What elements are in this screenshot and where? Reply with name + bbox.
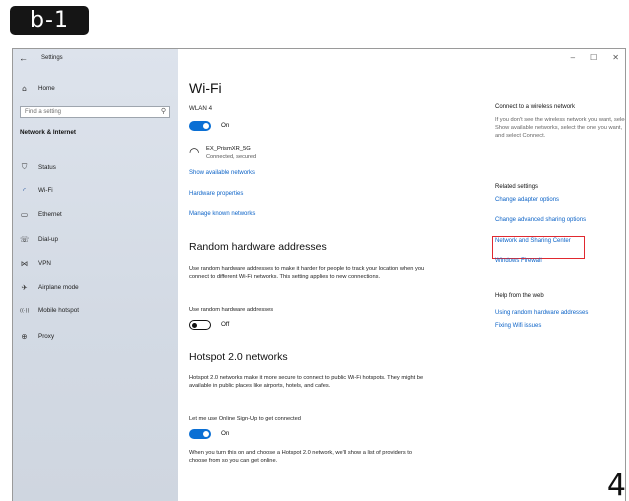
hardware-properties-link[interactable]: Hardware properties: [189, 191, 243, 197]
network-status: Connected, secured: [206, 154, 257, 160]
status-icon: ⛉: [21, 162, 28, 171]
sidebar-item-vpn[interactable]: ⋈ VPN: [20, 259, 51, 268]
hotspot-description: Hotspot 2.0 networks make it more secure…: [189, 375, 424, 389]
connect-title: Connect to a wireless network: [495, 104, 576, 110]
page-title: Wi-Fi: [189, 80, 222, 96]
home-icon: ⌂: [22, 84, 27, 93]
connect-description: If you don't see the wireless network yo…: [495, 117, 626, 139]
sidebar-item-proxy[interactable]: ⊕ Proxy: [20, 332, 54, 341]
sidebar-item-label: VPN: [38, 260, 51, 267]
network-sharing-center-link[interactable]: Network and Sharing Center: [495, 238, 571, 244]
back-arrow-icon[interactable]: ←: [19, 54, 28, 63]
signup-state: On: [221, 430, 230, 437]
random-addresses-help-link[interactable]: Using random hardware addresses: [495, 310, 588, 316]
sidebar-item-label: Mobile hotspot: [38, 307, 79, 314]
signup-toggle-label: Let me use Online Sign-Up to get connect…: [189, 416, 301, 422]
sidebar-item-ethernet[interactable]: ▭ Ethernet: [20, 210, 62, 219]
signup-toggle[interactable]: [189, 429, 211, 439]
sidebar-item-label: Ethernet: [38, 211, 62, 218]
advanced-sharing-link[interactable]: Change advanced sharing options: [495, 217, 586, 223]
sidebar-item-wifi[interactable]: ◜ Wi-Fi: [20, 186, 53, 195]
sidebar-item-label: Wi-Fi: [38, 187, 53, 194]
wlan-label: WLAN 4: [189, 105, 213, 112]
network-name[interactable]: EX_PrismXR_5G: [206, 146, 251, 152]
sidebar: ← Settings ⌂ Home Find a setting ⚲ Netwo…: [13, 49, 178, 501]
wifi-secured-icon: ◠: [189, 145, 200, 159]
vpn-icon: ⋈: [20, 259, 29, 268]
sidebar-item-airplane-mode[interactable]: ✈ Airplane mode: [20, 283, 79, 292]
change-adapter-options-link[interactable]: Change adapter options: [495, 197, 559, 203]
windows-firewall-link[interactable]: Windows Firewall: [495, 258, 542, 264]
random-description: Use random hardware addresses to make it…: [189, 266, 425, 280]
wifi-icon: ◜: [23, 186, 26, 195]
sidebar-item-label: Dial-up: [38, 236, 58, 243]
related-settings-title: Related settings: [495, 184, 539, 190]
ethernet-icon: ▭: [20, 210, 29, 219]
step-badge: b-1: [10, 6, 89, 35]
hotspot-icon: ((·)): [20, 307, 30, 314]
sidebar-item-home[interactable]: ⌂ Home: [20, 84, 55, 93]
window-title: Settings: [41, 55, 63, 61]
help-title: Help from the web: [495, 293, 544, 299]
search-icon[interactable]: ⚲: [161, 107, 166, 117]
sidebar-item-label: Status: [38, 163, 56, 171]
title-area: ← Settings: [19, 54, 63, 63]
wlan-state: On: [221, 122, 230, 129]
sidebar-item-status[interactable]: ⛉ Status: [20, 162, 56, 172]
search-placeholder: Find a setting: [25, 109, 62, 115]
random-state: Off: [221, 321, 230, 328]
search-input[interactable]: Find a setting ⚲: [20, 106, 170, 118]
airplane-icon: ✈: [21, 283, 28, 292]
fixing-wifi-link[interactable]: Fixing Wifi issues: [495, 323, 541, 329]
page-number: 4: [606, 468, 626, 501]
show-networks-link[interactable]: Show available networks: [189, 170, 255, 176]
hotspot-section-title: Hotspot 2.0 networks: [189, 351, 288, 363]
sidebar-item-label: Airplane mode: [38, 284, 79, 291]
globe-icon: ⊕: [21, 332, 28, 341]
phone-icon: ☏: [20, 235, 30, 244]
manage-networks-link[interactable]: Manage known networks: [189, 211, 255, 217]
random-section-title: Random hardware addresses: [189, 241, 327, 253]
sidebar-home-label: Home: [38, 85, 55, 92]
sidebar-item-label: Proxy: [38, 333, 55, 340]
settings-window: ← Settings ⌂ Home Find a setting ⚲ Netwo…: [12, 48, 626, 501]
random-toggle[interactable]: [189, 320, 211, 330]
sidebar-section-title: Network & Internet: [20, 129, 76, 136]
wlan-toggle[interactable]: [189, 121, 211, 131]
sidebar-item-mobile-hotspot[interactable]: ((·)) Mobile hotspot: [20, 307, 79, 314]
random-toggle-label: Use random hardware addresses: [189, 307, 274, 313]
signup-description: When you turn this on and choose a Hotsp…: [189, 450, 413, 464]
sidebar-item-dialup[interactable]: ☏ Dial-up: [20, 235, 58, 244]
